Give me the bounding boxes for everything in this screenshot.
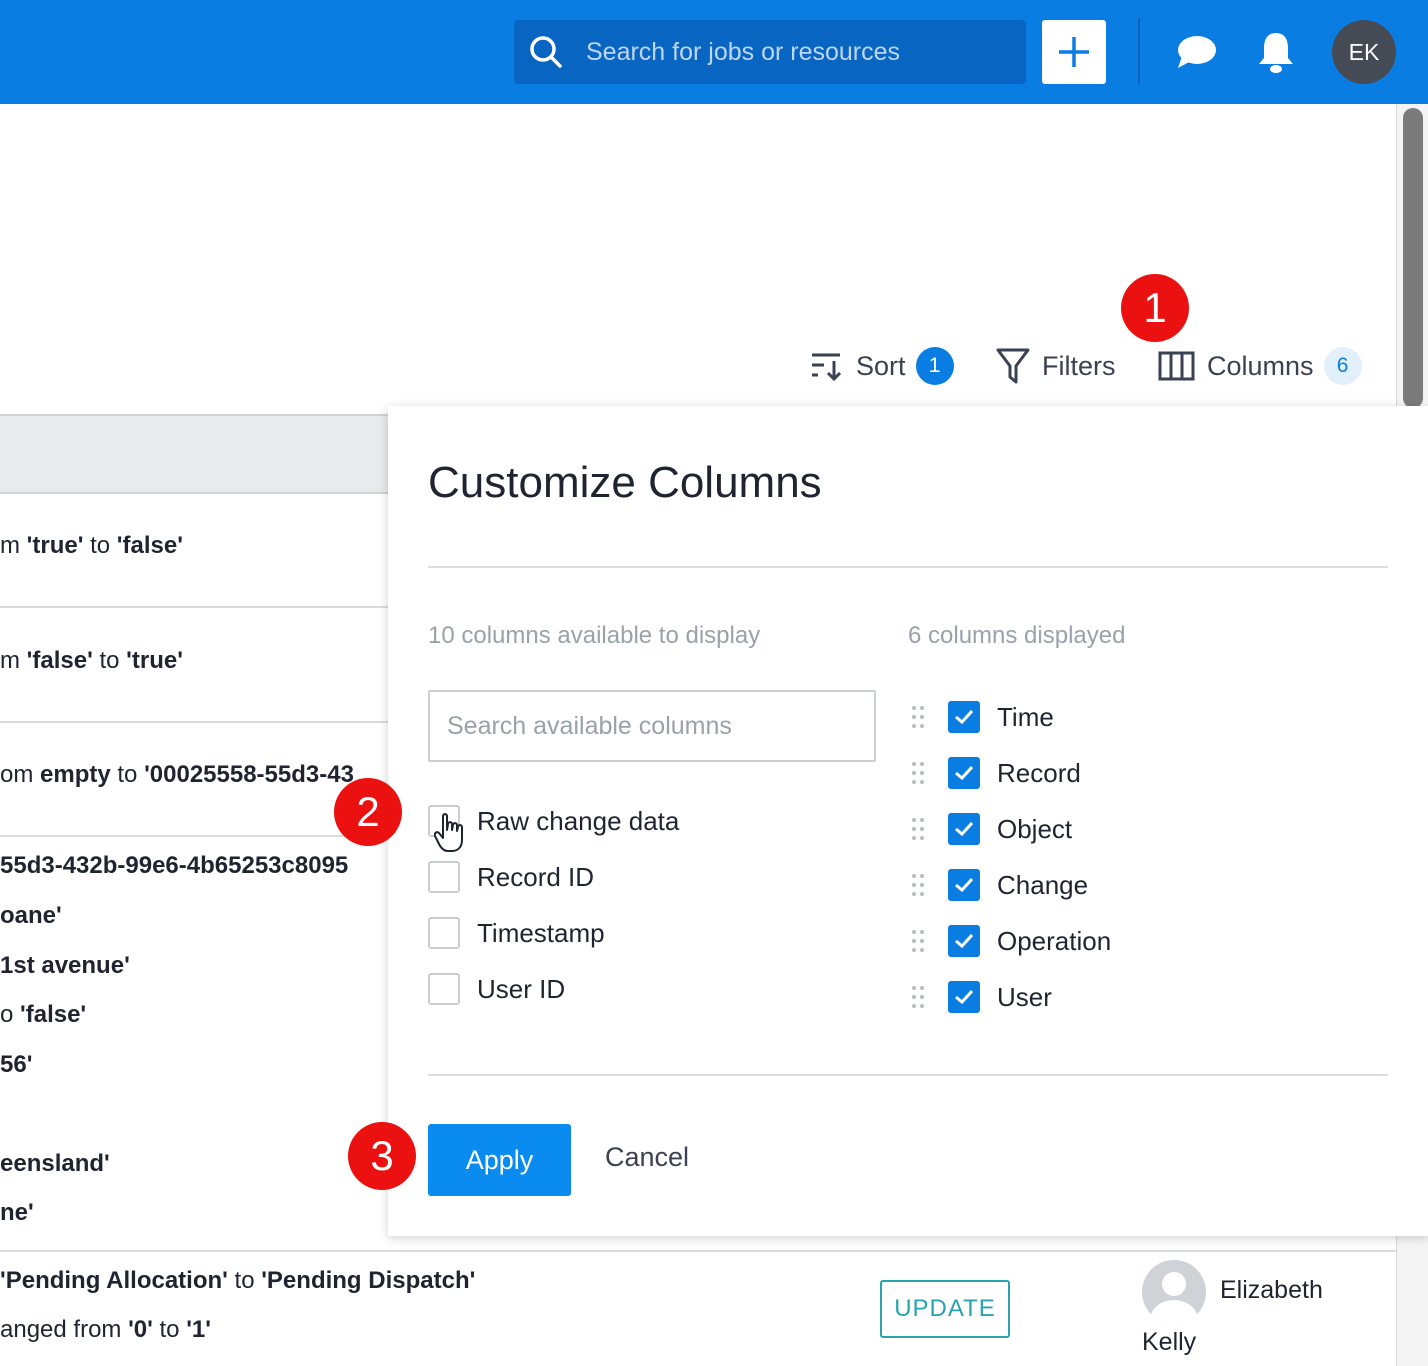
checkbox[interactable] [948, 869, 980, 901]
checkmark-icon [955, 989, 974, 1005]
checkbox[interactable] [948, 757, 980, 789]
displayed-column-change[interactable]: Change [912, 868, 1088, 902]
checkbox[interactable] [948, 701, 980, 733]
operation-badge: UPDATE [880, 1280, 1010, 1338]
columns-label: Columns [1207, 350, 1314, 381]
dialog-divider [428, 1074, 1388, 1076]
column-label: Record [997, 757, 1081, 788]
user-avatar-placeholder [1142, 1260, 1206, 1324]
change-cell-1: m 'true' to 'false' [0, 532, 183, 559]
notifications-bell-icon[interactable] [1254, 30, 1298, 74]
row-divider [0, 721, 400, 723]
checkbox[interactable] [428, 861, 460, 893]
change-line: 55d3-432b-99e6-4b65253c8095 [0, 852, 349, 879]
change-line: eensland' [0, 1150, 110, 1177]
change-line: o 'false' [0, 1001, 87, 1028]
available-column-timestamp[interactable]: Timestamp [428, 916, 605, 950]
change-line: anged from '0' to '1' [0, 1316, 211, 1343]
checkmark-icon [955, 877, 974, 893]
search-icon [530, 36, 562, 68]
columns-button[interactable]: Columns 6 [1158, 344, 1362, 388]
global-search-placeholder: Search for jobs or resources [586, 38, 901, 66]
sort-icon [812, 353, 842, 382]
displayed-column-user[interactable]: User [912, 980, 1052, 1014]
columns-icon [1158, 351, 1195, 381]
topbar-divider [1138, 18, 1140, 84]
drag-handle-icon[interactable] [912, 706, 926, 728]
available-columns-heading: 10 columns available to display [428, 622, 761, 649]
drag-handle-icon[interactable] [912, 762, 926, 784]
customize-columns-dialog: Customize Columns 10 columns available t… [388, 406, 1428, 1236]
row-divider [0, 606, 400, 608]
cancel-button[interactable]: Cancel [605, 1142, 689, 1173]
drag-handle-icon[interactable] [912, 930, 926, 952]
drag-handle-icon[interactable] [912, 874, 926, 896]
drag-handle-icon[interactable] [912, 986, 926, 1008]
step-marker-3: 3 [348, 1122, 416, 1190]
change-line: ne' [0, 1199, 34, 1226]
checkmark-icon [955, 821, 974, 837]
column-label: User [997, 981, 1052, 1012]
search-columns-placeholder: Search available columns [447, 712, 732, 740]
person-icon [1150, 1272, 1198, 1324]
available-column-user-id[interactable]: User ID [428, 972, 565, 1006]
row-divider [0, 835, 400, 837]
column-label: Operation [997, 925, 1112, 956]
checkbox[interactable] [948, 813, 980, 845]
column-label: User ID [477, 973, 566, 1004]
change-line: oane' [0, 902, 62, 929]
columns-count-badge: 6 [1323, 347, 1362, 385]
displayed-column-object[interactable]: Object [912, 812, 1072, 846]
sort-button[interactable]: Sort 1 [810, 344, 954, 388]
step-marker-2: 2 [334, 778, 402, 846]
checkmark-icon [955, 933, 974, 949]
global-search-input[interactable]: Search for jobs or resources [514, 20, 1026, 84]
displayed-column-record[interactable]: Record [912, 756, 1081, 790]
change-line: 56' [0, 1051, 33, 1078]
available-column-record-id[interactable]: Record ID [428, 860, 594, 894]
column-label: Object [997, 813, 1073, 844]
checkbox[interactable] [948, 981, 980, 1013]
checkbox[interactable] [948, 925, 980, 957]
plus-icon [1059, 37, 1089, 67]
column-label: Timestamp [477, 917, 605, 948]
step-marker-1: 1 [1121, 274, 1189, 342]
column-label: Record ID [477, 861, 595, 892]
checkmark-icon [955, 765, 974, 781]
displayed-column-time[interactable]: Time [912, 700, 1054, 734]
change-line: 1st avenue' [0, 952, 130, 979]
user-last-name: Kelly [1142, 1328, 1197, 1356]
sort-label: Sort [856, 350, 906, 381]
apply-button[interactable]: Apply [428, 1124, 571, 1196]
row-divider [0, 1250, 1396, 1252]
dialog-title: Customize Columns [428, 458, 822, 507]
checkmark-icon [955, 709, 974, 725]
drag-handle-icon[interactable] [912, 818, 926, 840]
checkbox[interactable] [428, 973, 460, 1005]
sort-count-badge: 1 [915, 347, 954, 385]
dialog-divider [428, 566, 1388, 568]
change-cell-2: m 'false' to 'true' [0, 647, 183, 674]
filters-button[interactable]: Filters [996, 344, 1116, 388]
create-new-button[interactable] [1042, 20, 1106, 84]
displayed-columns-heading: 6 columns displayed [908, 622, 1126, 649]
top-navigation-bar: Search for jobs or resources EK [0, 0, 1428, 104]
filters-label: Filters [1042, 350, 1116, 381]
user-first-name: Elizabeth [1220, 1276, 1323, 1304]
change-line: 'Pending Allocation' to 'Pending Dispatc… [0, 1267, 476, 1294]
column-label: Time [997, 701, 1054, 732]
displayed-column-operation[interactable]: Operation [912, 924, 1111, 958]
table-header-row [0, 414, 420, 494]
hand-pointer-cursor-icon [434, 813, 463, 852]
column-label: Raw change data [477, 805, 680, 836]
chat-icon[interactable] [1174, 30, 1218, 74]
checkbox[interactable] [428, 917, 460, 949]
column-label: Change [997, 869, 1089, 900]
filter-funnel-icon [996, 348, 1030, 384]
scrollbar-thumb[interactable] [1403, 108, 1423, 408]
change-cell-3: om empty to '00025558-55d3-43 [0, 761, 354, 788]
user-avatar[interactable]: EK [1332, 20, 1396, 84]
search-columns-input[interactable]: Search available columns [428, 690, 876, 762]
